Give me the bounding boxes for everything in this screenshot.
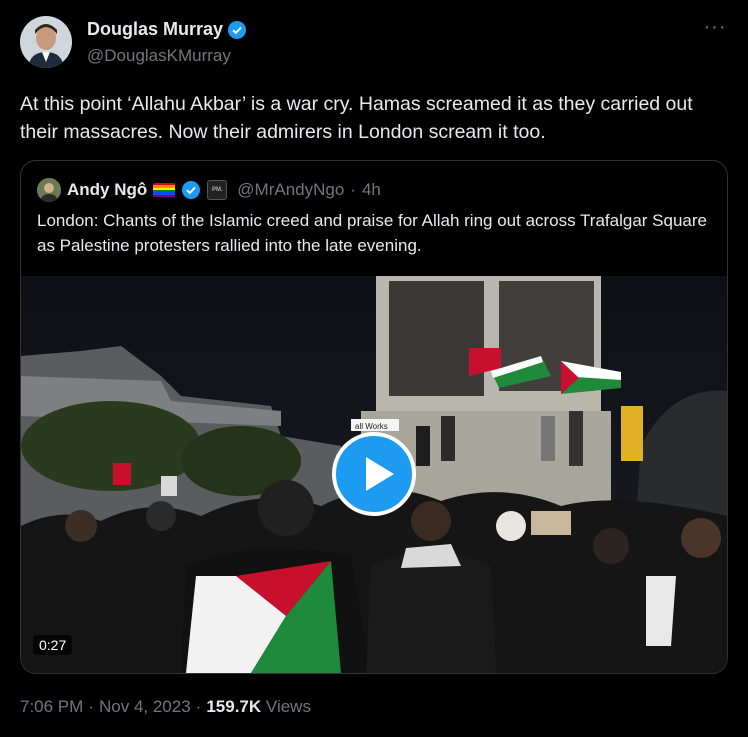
affiliate-badge-icon: PM. [207,180,228,200]
author-avatar-image [20,16,72,68]
tweet-time[interactable]: 7:06 PM [20,697,83,716]
meta-separator: · [195,697,202,716]
meta-separator: · [88,697,94,716]
verified-badge-icon [228,20,247,39]
placard-text: all Works [355,422,388,431]
author-avatar[interactable] [20,16,72,68]
quote-avatar-image [37,178,61,202]
views-label: Views [265,697,311,716]
author-name[interactable]: Douglas Murray [87,19,223,40]
video-duration: 0:27 [33,635,73,655]
quote-author-handle[interactable]: @MrAndyNgo [237,180,344,200]
quote-verified-badge-icon [182,181,201,199]
quote-dot-separator: · [350,180,356,199]
tweet-text: At this point ‘Allahu Akbar’ is a war cr… [20,93,693,143]
tweet: Douglas Murray @DouglasKMurray ··· At th… [0,0,748,737]
author-handle[interactable]: @DouglasKMurray [87,46,231,66]
quote-text: London: Chants of the Islamic creed and … [37,211,707,255]
quote-age[interactable]: 4h [362,180,381,200]
views-count: 159.7K [206,697,262,716]
rainbow-flag-icon [153,183,176,197]
more-options-icon[interactable]: ··· [700,16,730,42]
video-player[interactable]: all Works 0:27 [21,276,727,673]
tweet-date[interactable]: Nov 4, 2023 [99,697,191,716]
author-name-row[interactable]: Douglas Murray [87,19,247,40]
quote-tweet[interactable]: Andy Ngô PM. @MrAndyNgo · 4h London: Cha… [20,160,728,674]
quote-author-avatar[interactable] [37,178,61,202]
play-button[interactable] [332,432,416,516]
quote-author-name[interactable]: Andy Ngô [67,180,147,200]
quote-header: Andy Ngô PM. @MrAndyNgo · 4h [37,177,381,203]
tweet-meta: 7:06 PM · Nov 4, 2023 · 159.7K Views [20,697,311,717]
